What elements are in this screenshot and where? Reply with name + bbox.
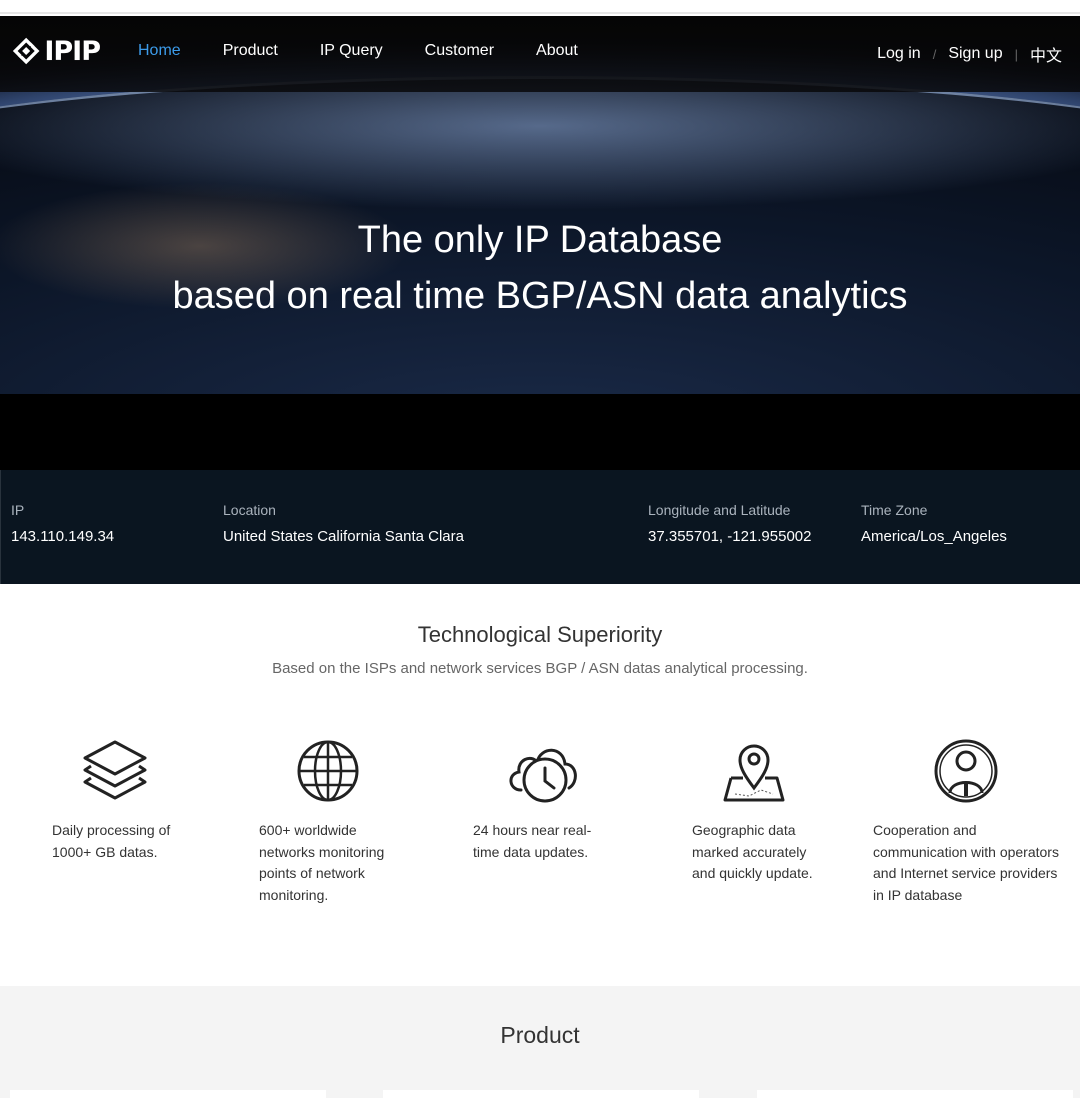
login-link[interactable]: Log in [877,45,921,63]
feature-text-3: 24 hours near real-time data updates. [473,822,592,860]
ip-column: IP 143.110.149.34 [11,502,114,545]
nav-about[interactable]: About [536,42,578,60]
tech-section-subtitle: Based on the ISPs and network services B… [272,660,808,677]
nav-product[interactable]: Product [223,42,278,60]
map-pin-icon [723,744,785,802]
logo[interactable]: IPIP [10,34,101,68]
lonlat-column: Longitude and Latitude 37.355701, -121.9… [648,502,811,545]
hero-line-1: The only IP Database [357,219,723,261]
account-links: Log in / Sign up | 中文 [877,42,1062,66]
layers-icon [83,740,147,800]
timezone-value: America/Los_Angeles [861,528,1007,545]
separator: / [932,46,937,62]
product-card[interactable] [383,1090,699,1110]
nav-ip-query[interactable]: IP Query [320,42,383,60]
feature-text-2: 600+ worldwide networks monitoring point… [259,822,385,903]
product-card[interactable] [757,1090,1073,1110]
ip-label: IP [11,502,25,518]
product-title: Product [500,1022,580,1048]
location-value: United States California Santa Clara [223,528,464,545]
location-label: Location [223,502,276,518]
language-switch[interactable]: 中文 [1030,42,1062,66]
hero-headline: The only IP Database based on real time … [0,212,1080,324]
feature-text-5: Cooperation and communication with opera… [873,822,1059,903]
timezone-column: Time Zone America/Los_Angeles [861,502,1007,545]
feature-text-1: Daily processing of 1000+ GB datas. [52,822,171,860]
hero-section: IPIP Home Product IP Query Customer Abou… [0,16,1080,470]
top-navbar: IPIP Home Product IP Query Customer Abou… [0,16,1080,92]
cloud-clock-icon [509,748,577,803]
lonlat-value: 37.355701, -121.955002 [648,528,812,545]
product-section: Product [0,986,1080,1110]
main-menu: Home Product IP Query Customer About [138,42,620,60]
timezone-label: Time Zone [861,502,928,518]
nav-customer[interactable]: Customer [425,42,494,60]
logo-icon [12,37,40,65]
product-card[interactable] [10,1090,326,1110]
top-strip [0,0,1080,14]
nav-home[interactable]: Home [138,42,181,60]
ip-value: 143.110.149.34 [11,528,115,545]
globe-icon [297,740,359,802]
feature-text-4: Geographic data marked accurately and qu… [692,822,813,881]
logo-text: IPIP [44,35,101,67]
lonlat-label: Longitude and Latitude [648,502,791,518]
hero-line-2: based on real time BGP/ASN data analytic… [172,275,908,317]
ip-info-bar: IP 143.110.149.34 Location United States… [0,470,1080,584]
location-column: Location United States California Santa … [223,502,464,545]
divider: | [1014,46,1018,62]
tech-section-title: Technological Superiority [417,622,663,647]
hero-dark-band [0,394,1080,470]
signup-link[interactable]: Sign up [948,45,1002,63]
user-circle-icon [934,739,998,803]
